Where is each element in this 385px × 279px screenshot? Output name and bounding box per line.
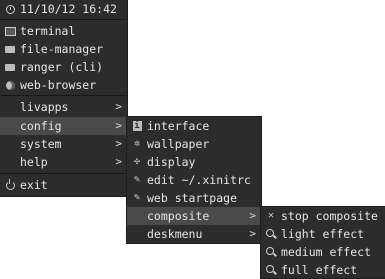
chevron-right-icon: > (249, 227, 256, 240)
clock-header: 11/10/12 16:42 (0, 0, 127, 18)
menu-item-label: ranger (cli) (20, 60, 104, 74)
clock-icon (4, 3, 16, 15)
zoom-icon (265, 228, 277, 240)
submenu-composite[interactable]: composite > (127, 207, 261, 225)
composite-submenu: ✕ stop composite light effect medium eff… (261, 207, 385, 278)
chevron-right-icon: > (115, 100, 122, 113)
menu-item-label: light effect (281, 227, 365, 241)
menu-item-full-effect[interactable]: full effect (261, 261, 385, 279)
menu-item-medium-effect[interactable]: medium effect (261, 243, 385, 261)
menu-item-label: display (147, 155, 196, 169)
menu-item-label: deskmenu (147, 227, 203, 241)
submenu-config[interactable]: config > (0, 117, 127, 135)
power-icon (4, 178, 16, 191)
menu-item-label: system (20, 137, 62, 151)
chevron-right-icon: > (249, 209, 256, 222)
menu-item-label: exit (20, 178, 48, 192)
submenu-livapps[interactable]: livapps > (0, 98, 127, 116)
menu-item-label: medium effect (281, 245, 372, 259)
menu-item-label: edit ~/.xinitrc (147, 173, 251, 187)
menu-item-label: stop composite (281, 209, 378, 223)
zoom-icon (265, 264, 277, 276)
menu-item-label: help (20, 155, 48, 169)
folder-icon (4, 43, 16, 55)
menu-item-label: livapps (20, 100, 69, 114)
root-menu: 11/10/12 16:42 terminal file-manager ran… (0, 0, 127, 196)
separator (0, 173, 127, 174)
info-icon: i (132, 121, 142, 131)
edit-icon: ✎ (133, 174, 141, 185)
menu-item-label: composite (147, 209, 210, 223)
globe-icon (4, 79, 16, 91)
submenu-deskmenu[interactable]: deskmenu > (127, 225, 261, 243)
menu-item-display[interactable]: ✣ display (127, 153, 261, 171)
separator (0, 95, 127, 96)
menu-item-web-browser[interactable]: web-browser (0, 76, 127, 94)
menu-item-label: wallpaper (147, 137, 210, 151)
menu-item-label: full effect (281, 263, 358, 277)
display-icon: ✣ (133, 156, 141, 167)
menu-item-label: web startpage (147, 191, 238, 205)
menu-item-stop-composite[interactable]: ✕ stop composite (261, 207, 385, 225)
folder-icon (4, 61, 16, 73)
menu-item-ranger[interactable]: ranger (cli) (0, 58, 127, 76)
close-icon: ✕ (267, 210, 275, 221)
wallpaper-icon: ✲ (133, 138, 141, 149)
submenu-help[interactable]: help > (0, 153, 127, 171)
menu-item-label: config (20, 119, 62, 133)
menu-item-label: file-manager (20, 42, 104, 56)
config-submenu: i interface ✲ wallpaper ✣ display ✎ edit… (127, 117, 261, 243)
menu-item-terminal[interactable]: terminal (0, 22, 127, 40)
separator (0, 19, 127, 20)
menu-item-web-startpage[interactable]: ✎ web startpage (127, 189, 261, 207)
zoom-icon (265, 246, 277, 258)
menu-item-wallpaper[interactable]: ✲ wallpaper (127, 135, 261, 153)
menu-item-file-manager[interactable]: file-manager (0, 40, 127, 58)
menu-item-interface[interactable]: i interface (127, 117, 261, 135)
menu-item-label: interface (147, 119, 210, 133)
menu-item-label: web-browser (20, 78, 97, 92)
menu-item-edit-xinitrc[interactable]: ✎ edit ~/.xinitrc (127, 171, 261, 189)
submenu-system[interactable]: system > (0, 135, 127, 153)
menu-item-label: terminal (20, 24, 76, 38)
chevron-right-icon: > (115, 119, 122, 132)
terminal-icon (4, 25, 16, 37)
chevron-right-icon: > (115, 155, 122, 168)
chevron-right-icon: > (115, 137, 122, 150)
menu-item-exit[interactable]: exit (0, 176, 127, 194)
menu-item-light-effect[interactable]: light effect (261, 225, 385, 243)
edit-icon: ✎ (133, 192, 141, 203)
clock-text: 11/10/12 16:42 (20, 2, 117, 16)
